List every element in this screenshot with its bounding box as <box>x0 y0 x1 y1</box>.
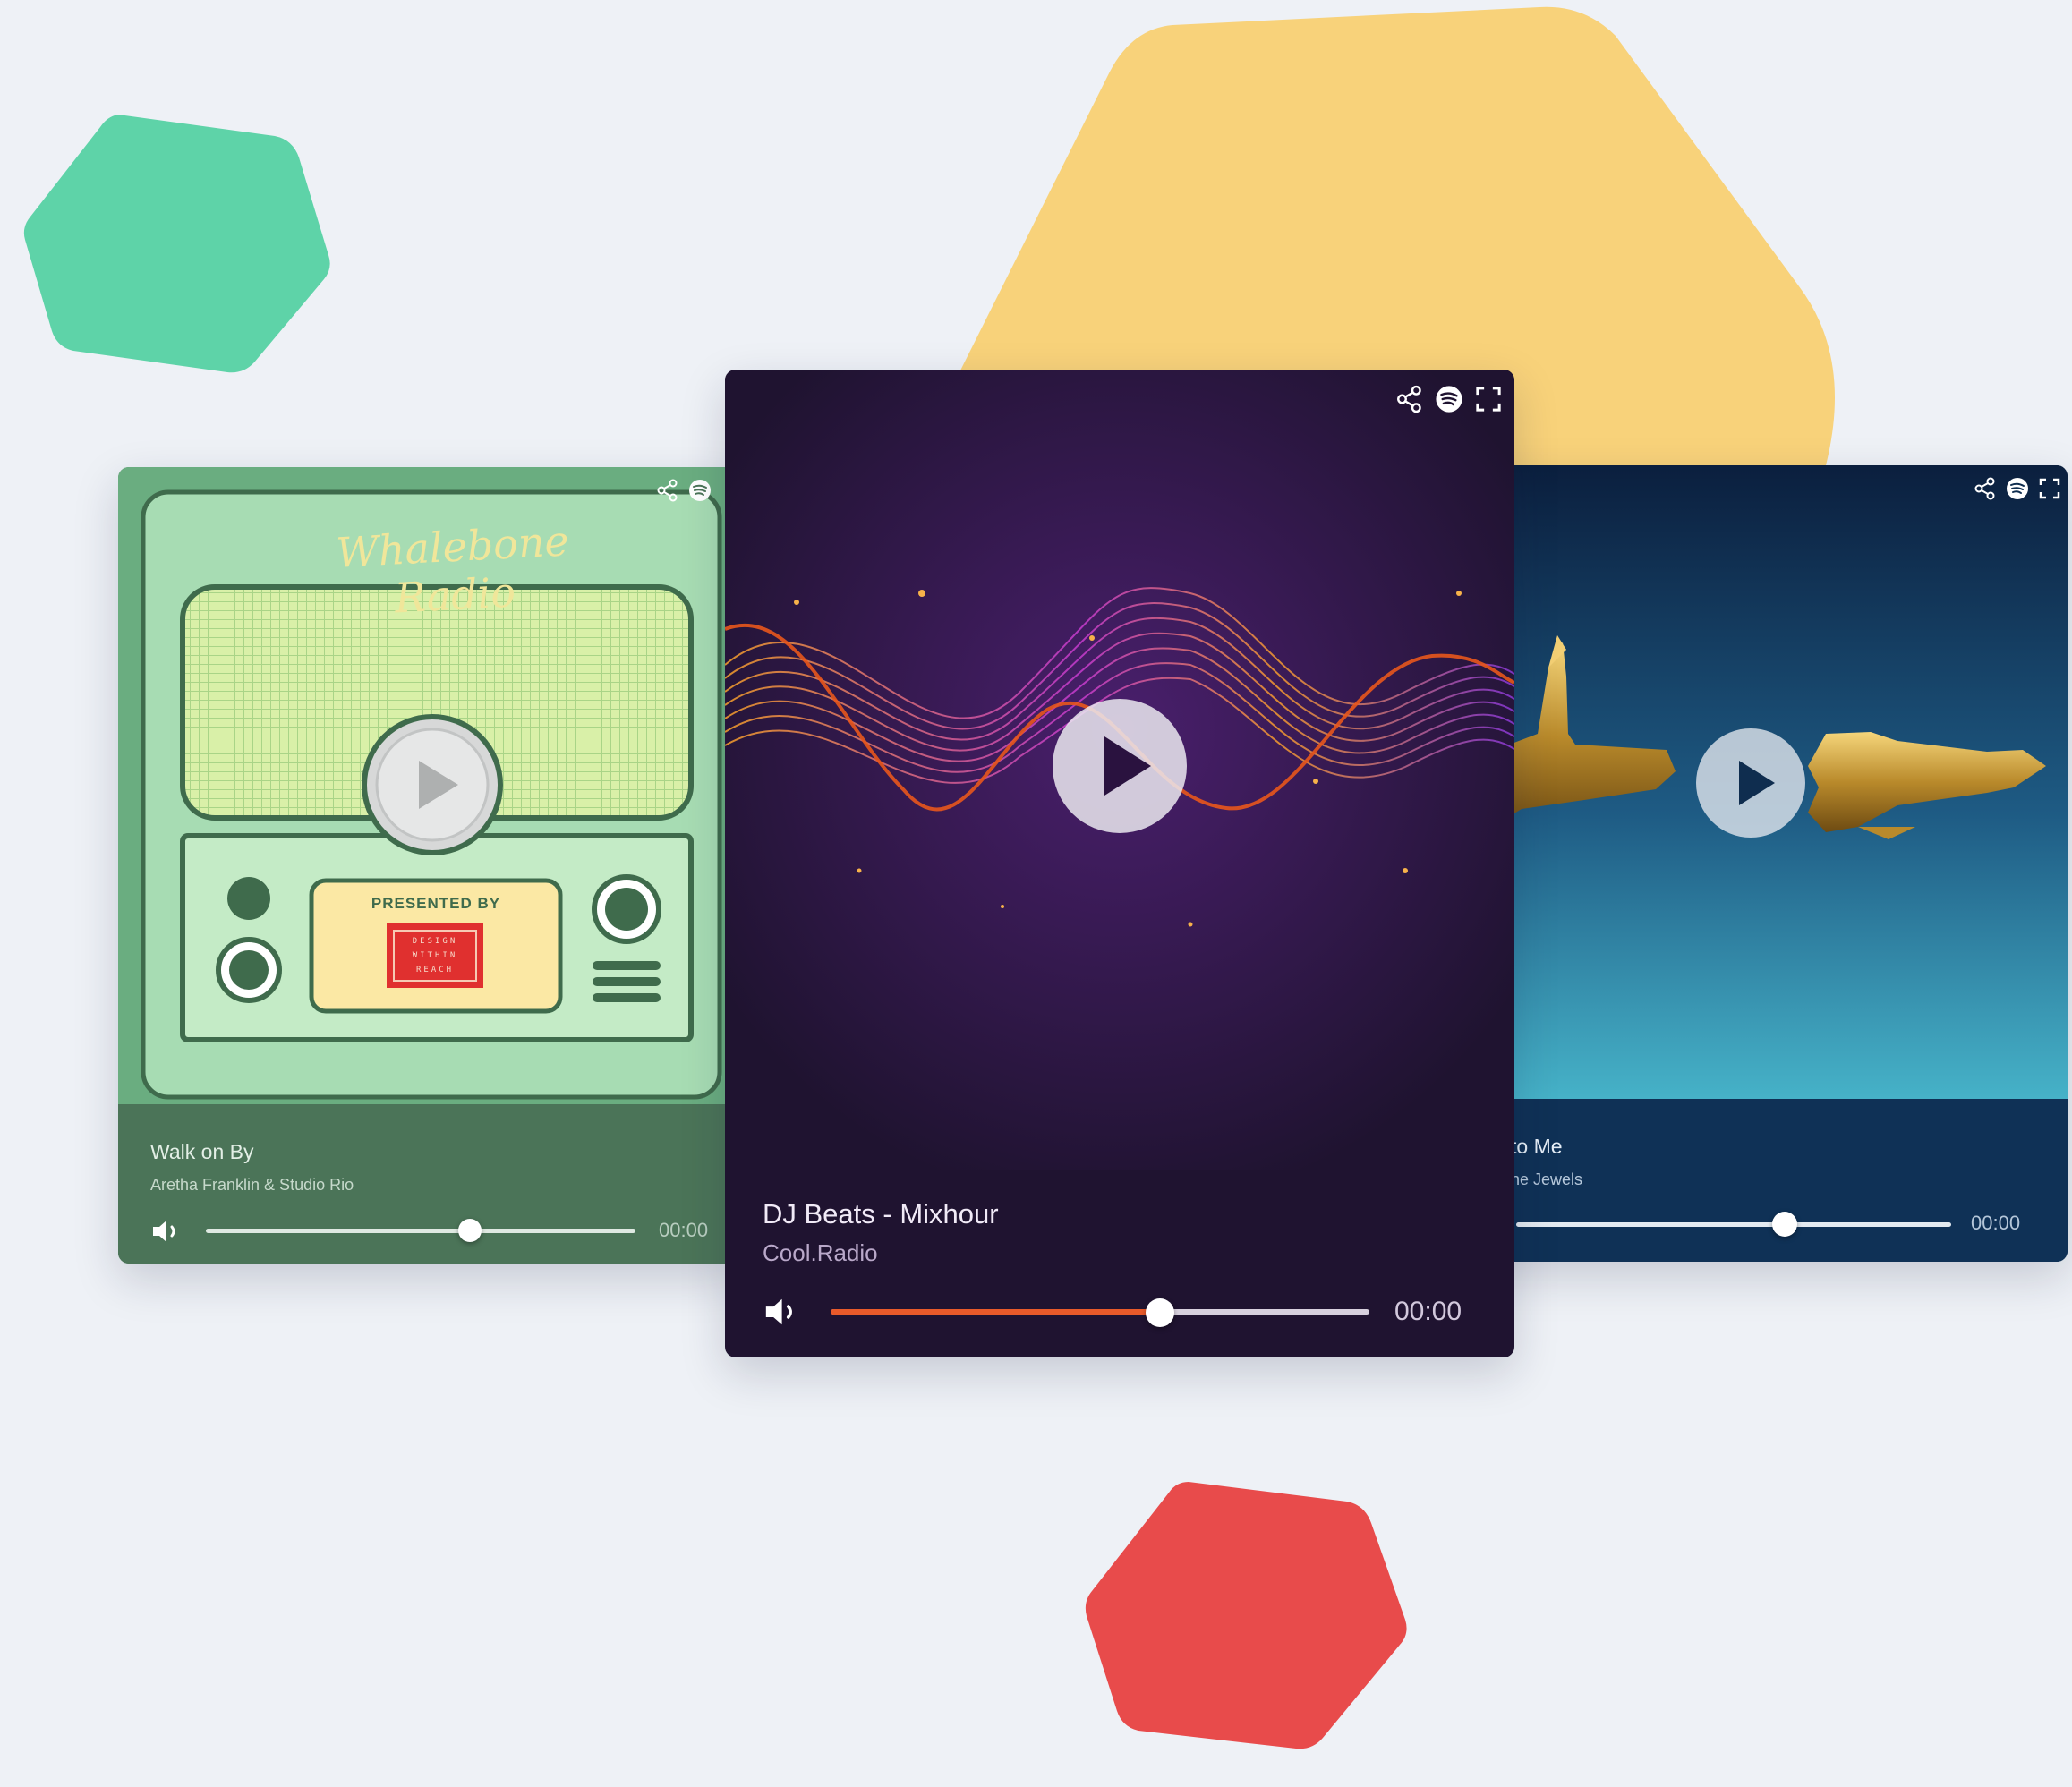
play-icon <box>362 714 503 855</box>
hexagon-red-decoration <box>1085 1482 1407 1749</box>
track-artist: Cool.Radio <box>763 1239 878 1266</box>
sponsor-line: DESIGN <box>412 937 458 946</box>
card-toolbar <box>1394 384 1504 414</box>
play-icon <box>1739 761 1775 805</box>
card-toolbar <box>655 478 712 503</box>
presented-by-label: PRESENTED BY <box>371 895 501 912</box>
share-icon[interactable] <box>1394 384 1425 414</box>
player-card-dj-beats[interactable]: DJ Beats - Mixhour Cool.Radio 00:00 <box>725 370 1514 1357</box>
track-title: Walk on By <box>150 1140 254 1163</box>
hexagon-green-decoration <box>23 115 330 373</box>
share-icon[interactable] <box>655 478 680 503</box>
elapsed-time: 00:00 <box>659 1219 709 1241</box>
progress-slider[interactable] <box>206 1229 635 1233</box>
play-button[interactable] <box>360 712 505 857</box>
track-info-panel: DJ Beats - Mixhour Cool.Radio 00:00 <box>725 1170 1514 1357</box>
track-artist: Aretha Franklin & Studio Rio <box>150 1176 354 1194</box>
sponsor-logo: DESIGN WITHIN REACH <box>394 934 476 977</box>
spotify-icon[interactable] <box>687 478 712 503</box>
fullscreen-icon[interactable] <box>1473 384 1504 414</box>
track-artist: he Jewels <box>1511 1170 1583 1188</box>
track-info-panel: to Me he Jewels 00:00 <box>1432 1099 2068 1262</box>
progress-thumb[interactable] <box>458 1219 482 1242</box>
fullscreen-icon[interactable] <box>2037 476 2062 501</box>
volume-icon[interactable] <box>763 1295 806 1329</box>
volume-icon[interactable] <box>150 1217 186 1246</box>
elapsed-time: 00:00 <box>1971 1212 2021 1234</box>
player-card-to-me[interactable]: to Me he Jewels 00:00 <box>1432 465 2068 1262</box>
progress-slider[interactable] <box>831 1309 1369 1315</box>
play-button[interactable] <box>1053 699 1187 833</box>
progress-slider[interactable] <box>1516 1222 1951 1227</box>
play-button[interactable] <box>1696 728 1805 838</box>
progress-thumb[interactable] <box>1772 1212 1797 1237</box>
track-info-panel: Walk on By Aretha Franklin & Studio Rio … <box>118 1104 745 1264</box>
progress-fill <box>831 1309 1160 1315</box>
scene: Whalebone Radio PRESENTED BY DESIGN WITH… <box>0 0 2072 1787</box>
progress-thumb[interactable] <box>1146 1298 1174 1327</box>
track-title: to Me <box>1511 1135 1563 1158</box>
card-toolbar <box>1973 476 2062 501</box>
elapsed-time: 00:00 <box>1394 1297 1462 1326</box>
track-title: DJ Beats - Mixhour <box>763 1198 999 1230</box>
sponsor-line: REACH <box>415 966 455 974</box>
spotify-icon[interactable] <box>1434 384 1464 414</box>
brand-script-logo: Whalebone Radio <box>335 516 570 623</box>
spotify-icon[interactable] <box>2005 476 2030 501</box>
player-card-walk-on-by[interactable]: Whalebone Radio PRESENTED BY DESIGN WITH… <box>118 467 745 1264</box>
play-icon <box>1104 736 1151 796</box>
share-icon[interactable] <box>1973 476 1998 501</box>
sponsor-line: WITHIN <box>412 951 458 960</box>
